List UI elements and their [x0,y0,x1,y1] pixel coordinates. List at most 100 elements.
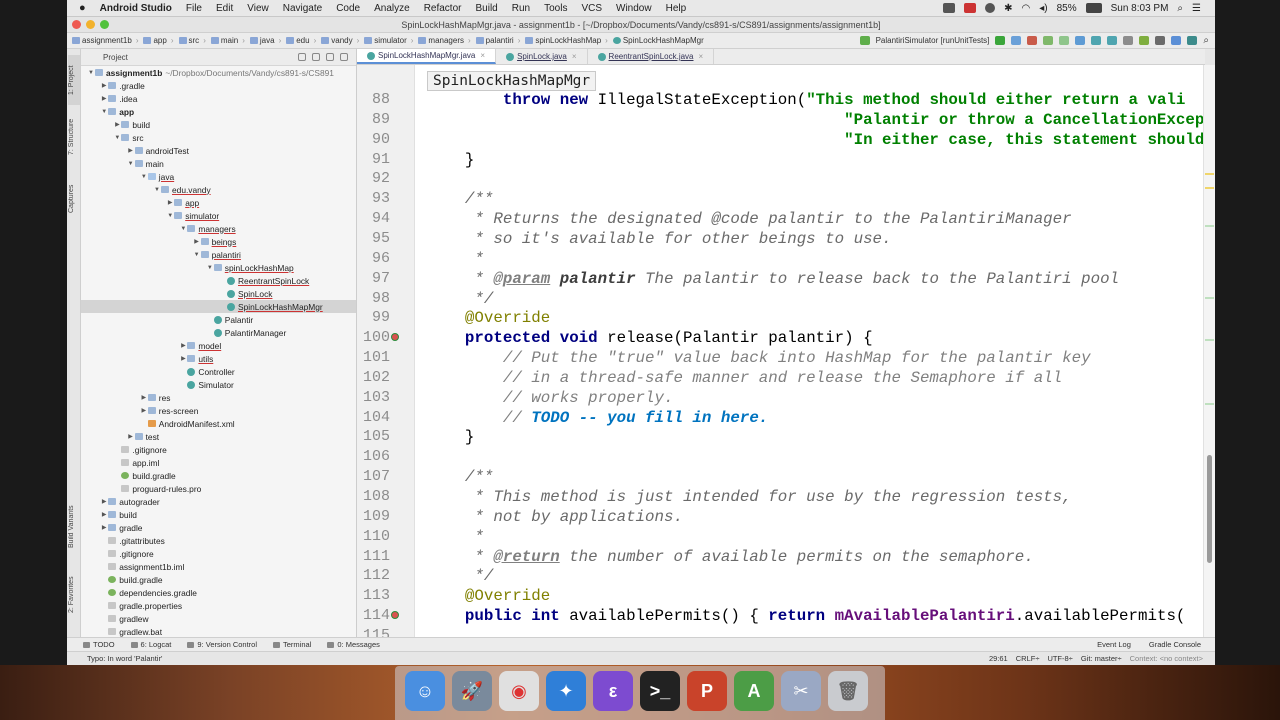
breadcrumb-item[interactable]: vandy › [321,36,359,45]
code-line[interactable]: 105 } [357,427,1203,447]
menu-code[interactable]: Code [336,3,360,14]
coverage-icon[interactable] [1043,36,1054,45]
terminal-icon[interactable]: >_ [640,671,680,711]
code-line[interactable]: 113 @Override [357,586,1203,606]
git-branch[interactable]: Git: master÷ [1081,654,1122,663]
tree-item-gradlew-bat[interactable]: gradlew.bat [81,625,356,637]
gear-icon[interactable] [326,53,334,61]
code-line[interactable]: 111 * @return the number of available pe… [357,547,1203,567]
chevron-down-icon[interactable]: ▼ [179,226,187,232]
tree-item--gitignore[interactable]: .gitignore [81,547,356,560]
tree-item-app[interactable]: ▶ app [81,196,356,209]
structure-icon[interactable] [1155,36,1166,45]
chevron-right-icon[interactable]: ▶ [113,121,121,128]
tray-icon[interactable] [943,3,956,13]
safari-icon[interactable]: ✦ [546,671,586,711]
tool-tab-captures[interactable]: Captures [68,179,80,219]
finder-icon[interactable]: ☺ [405,671,445,711]
chevron-right-icon[interactable]: ▶ [100,498,108,505]
chevron-right-icon[interactable]: ▶ [193,238,201,245]
collapse-all-icon[interactable] [312,53,320,61]
tree-item--gitattributes[interactable]: .gitattributes [81,534,356,547]
breadcrumb-item[interactable]: main › [210,36,245,45]
info-marker[interactable] [1205,403,1214,405]
download-icon[interactable] [1139,36,1150,45]
info-marker[interactable] [1205,339,1214,341]
line-separator[interactable]: CRLF÷ [1016,654,1040,663]
chevron-right-icon[interactable]: ▶ [127,433,135,440]
warning-marker[interactable] [1205,173,1214,175]
code-line[interactable]: 88 throw new IllegalStateException("This… [357,90,1203,110]
tool-window-todo[interactable]: TODO [83,640,115,649]
tree-item-proguard-rules-pro[interactable]: proguard-rules.pro [81,482,356,495]
code-line[interactable]: 108 * This method is just intended for u… [357,487,1203,507]
tree-item-test[interactable]: ▶ test [81,430,356,443]
breadcrumb-item[interactable]: SpinLockHashMapMgr [612,36,704,45]
undo-icon[interactable] [1123,36,1134,45]
tree-item-managers[interactable]: ▼ managers [81,222,356,235]
code-line[interactable]: 100 protected void release(Palantir pala… [357,328,1203,348]
android-studio-icon[interactable]: A [734,671,774,711]
tree-item-androidtest[interactable]: ▶ androidTest [81,144,356,157]
tree-item-res-screen[interactable]: ▶ res-screen [81,404,356,417]
utility-icon[interactable]: ✂ [781,671,821,711]
warning-marker[interactable] [1205,187,1214,189]
chevron-right-icon[interactable]: ▶ [100,524,108,531]
tool-window-9-version-control[interactable]: 9: Version Control [187,640,257,649]
tree-item-dependencies-gradle[interactable]: dependencies.gradle [81,586,356,599]
event-log-button[interactable]: Event Log [1097,640,1131,649]
breadcrumb-item[interactable]: app › [143,36,174,45]
override-method-icon[interactable] [391,611,399,620]
tree-item-app-iml[interactable]: app.iml [81,456,356,469]
breadcrumb-item[interactable]: edu › [286,36,316,45]
vertical-scrollbar-thumb[interactable] [1207,455,1212,563]
tree-item-src[interactable]: ▼ src [81,131,356,144]
code-line[interactable]: 89 "Palantir or throw a CancellationExce… [357,110,1203,130]
powerpoint-icon[interactable]: P [687,671,727,711]
tool-tab-project[interactable]: 1: Project [68,55,80,105]
chevron-right-icon[interactable]: ▶ [166,199,174,206]
editor-tab-spinlock-java[interactable]: SpinLock.java × [496,49,588,64]
trash-icon[interactable]: 🗑 [828,671,868,711]
close-tab-icon[interactable]: × [480,51,485,60]
code-line[interactable]: 91 } [357,150,1203,170]
tree-item-utils[interactable]: ▶ utils [81,352,356,365]
avd-manager-icon[interactable] [1091,36,1102,45]
emacs-icon[interactable]: ε [593,671,633,711]
tree-item-beings[interactable]: ▶ beings [81,235,356,248]
tree-item-res[interactable]: ▶ res [81,391,356,404]
chevron-right-icon[interactable]: ▶ [140,407,148,414]
tree-item-assignment1b-iml[interactable]: assignment1b.iml [81,560,356,573]
editor-tab-reentrantspinlock-java[interactable]: ReentrantSpinLock.java × [588,49,715,64]
code-line[interactable]: 103 // works properly. [357,388,1203,408]
chevron-right-icon[interactable]: ▶ [100,82,108,89]
code-line[interactable]: 97 * @param palantir The palantir to rel… [357,269,1203,289]
sdk-manager-icon[interactable] [1107,36,1118,45]
chevron-down-icon[interactable]: ▼ [140,174,148,180]
code-line[interactable]: 104 // TODO -- you fill in here. [357,408,1203,428]
hide-panel-icon[interactable] [340,53,348,61]
breadcrumb-item[interactable]: simulator › [364,36,413,45]
tree-item-gradle-properties[interactable]: gradle.properties [81,599,356,612]
tree-item-edu-vandy[interactable]: ▼ edu.vandy [81,183,356,196]
chevron-right-icon[interactable]: ▶ [127,147,135,154]
make-project-icon[interactable] [859,36,870,45]
context-indicator[interactable]: Context: <no context> [1130,654,1203,663]
code-line[interactable]: 114 public int availablePermits() { retu… [357,606,1203,626]
tree-item-main[interactable]: ▼ main [81,157,356,170]
tree-item-build[interactable]: ▶ build [81,508,356,521]
breadcrumb-item[interactable]: src › [178,36,206,45]
chrome-icon[interactable]: ◉ [499,671,539,711]
code-line[interactable]: 98 */ [357,289,1203,309]
scroll-from-source-icon[interactable] [298,53,306,61]
menu-refactor[interactable]: Refactor [424,3,462,14]
chevron-down-icon[interactable]: ▼ [153,187,161,193]
code-line[interactable]: 102 // in a thread-safe manner and relea… [357,368,1203,388]
tool-tab-favorites[interactable]: 2: Favorites [68,569,80,621]
menu-app-name[interactable]: Android Studio [100,3,172,14]
chevron-down-icon[interactable]: ▼ [87,70,95,76]
stop-icon[interactable] [1027,36,1038,45]
code-line[interactable]: 106 [357,447,1203,467]
tree-item-androidmanifest-xml[interactable]: AndroidManifest.xml [81,417,356,430]
code-line[interactable]: 110 * [357,527,1203,547]
